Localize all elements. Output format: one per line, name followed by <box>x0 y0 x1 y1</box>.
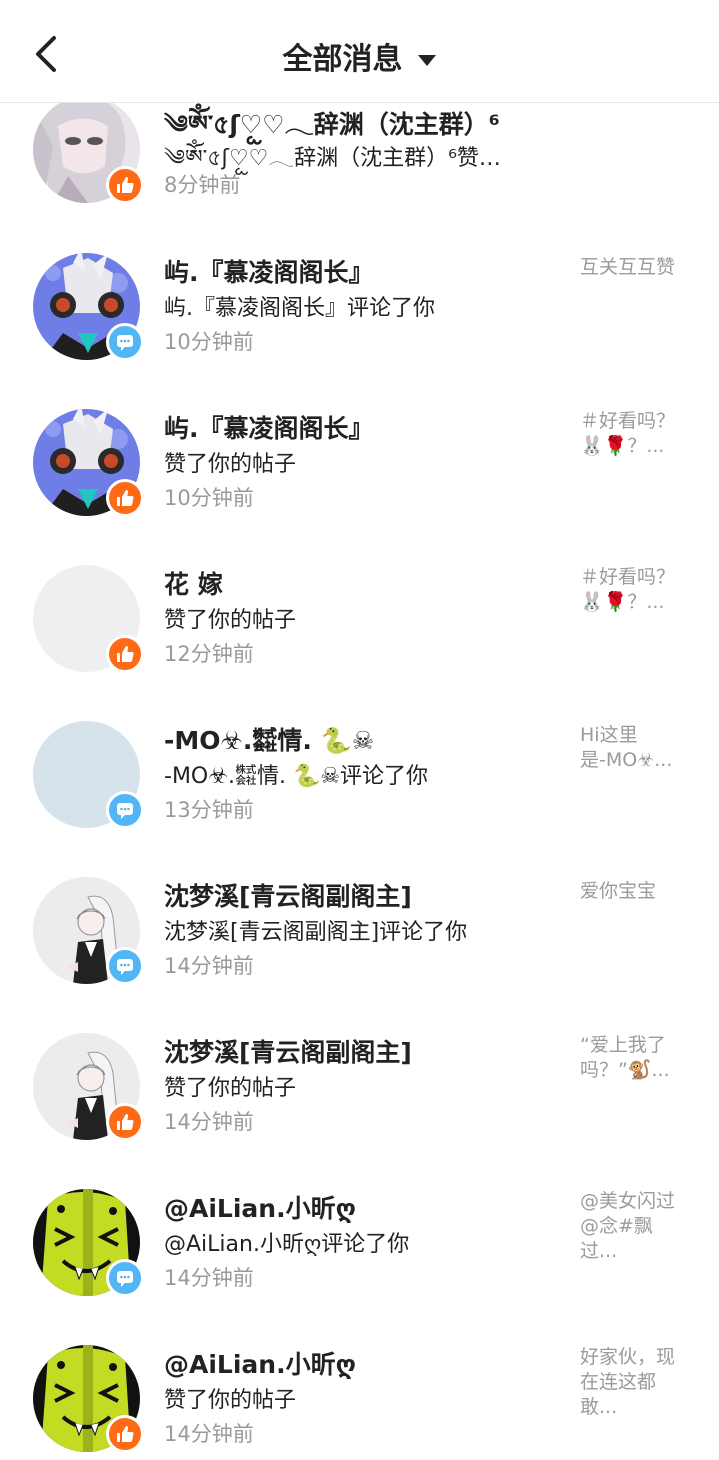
comment-bubble-icon <box>117 803 133 819</box>
comment-badge <box>106 323 144 361</box>
thumbs-up-icon <box>117 1114 134 1130</box>
list-item[interactable]: 屿.『慕凌阁阁长』 赞了你的帖子 10分钟前 ＃好看吗？ 🐰🌹？... <box>0 409 719 565</box>
like-badge <box>106 479 144 517</box>
sender-name: -MO☣.㍿情. 🐍☠ <box>164 726 375 755</box>
timestamp: 10分钟前 <box>164 330 254 354</box>
list-item[interactable]: @AiLian.小昕ღ 赞了你的帖子 14分钟前 好家伙，现 在连这都 敢... <box>0 1345 719 1460</box>
action-text: -MO☣.㍿情. 🐍☠评论了你 <box>164 764 429 789</box>
message-list[interactable]: ༄ༀ་৫ʃ♡ᩬ♡𓂃辞渊（沈主群）⁶ ༄ༀ་৫ʃ♡ᩬ♡𓂃辞渊（沈主群）⁶赞… 8分… <box>0 0 719 1460</box>
sender-name: 屿.『慕凌阁阁长』 <box>164 414 374 443</box>
list-item[interactable]: 沈梦溪[青云阁副阁主] 赞了你的帖子 14分钟前 “爱上我了 吗？”🐒... <box>0 1033 719 1189</box>
like-badge <box>106 166 144 204</box>
post-preview[interactable]: Hi这里 是-MO☣... <box>580 723 690 773</box>
thumbs-up-icon <box>117 1426 134 1442</box>
list-item[interactable]: ༄ༀ་৫ʃ♡ᩬ♡𓂃辞渊（沈主群）⁶ ༄ༀ་৫ʃ♡ᩬ♡𓂃辞渊（沈主群）⁶赞… 8分… <box>0 96 719 252</box>
like-badge <box>106 1103 144 1141</box>
sender-name: @AiLian.小昕ღ <box>164 1194 356 1223</box>
list-item[interactable]: 屿.『慕凌阁阁长』 屿.『慕凌阁阁长』评论了你 10分钟前 互关互互赞 <box>0 253 719 409</box>
sender-name: @AiLian.小昕ღ <box>164 1350 356 1379</box>
list-item[interactable]: @AiLian.小昕ღ @AiLian.小昕ღ评论了你 14分钟前 @美女闪过 … <box>0 1189 719 1345</box>
timestamp: 14分钟前 <box>164 1422 254 1446</box>
top-bar: 全部消息 <box>0 0 719 103</box>
action-text: 赞了你的帖子 <box>164 608 297 633</box>
post-preview[interactable]: 爱你宝宝 <box>580 879 690 904</box>
comment-bubble-icon <box>117 1271 133 1287</box>
post-preview[interactable]: ＃好看吗？ 🐰🌹？... <box>580 409 690 459</box>
list-item[interactable]: 沈梦溪[青云阁副阁主] 沈梦溪[青云阁副阁主]评论了你 14分钟前 爱你宝宝 <box>0 877 719 1033</box>
sender-name: 沈梦溪[青云阁副阁主] <box>164 1038 412 1067</box>
like-badge <box>106 1415 144 1453</box>
sender-name: 屿.『慕凌阁阁长』 <box>164 258 374 287</box>
list-item[interactable]: 花 嫁 赞了你的帖子 12分钟前 ＃好看吗？ 🐰🌹？... <box>0 565 719 721</box>
sender-name: 花 嫁 <box>164 570 223 599</box>
comment-badge <box>106 1259 144 1297</box>
comment-bubble-icon <box>117 959 133 975</box>
timestamp: 14分钟前 <box>164 954 254 978</box>
comment-badge <box>106 947 144 985</box>
action-text: 赞了你的帖子 <box>164 1388 297 1413</box>
post-preview[interactable]: 好家伙，现 在连这都 敢... <box>580 1345 690 1420</box>
list-item[interactable]: -MO☣.㍿情. 🐍☠ -MO☣.㍿情. 🐍☠评论了你 13分钟前 Hi这里 是… <box>0 721 719 877</box>
message-filter-dropdown[interactable]: 全部消息 <box>0 34 719 78</box>
sender-name: 沈梦溪[青云阁副阁主] <box>164 882 412 911</box>
timestamp: 13分钟前 <box>164 798 254 822</box>
comment-badge <box>106 791 144 829</box>
action-text: 屿.『慕凌阁阁长』评论了你 <box>164 296 435 321</box>
timestamp: 10分钟前 <box>164 486 254 510</box>
action-text: 沈梦溪[青云阁副阁主]评论了你 <box>164 920 468 945</box>
timestamp: 14分钟前 <box>164 1266 254 1290</box>
post-preview[interactable]: ＃好看吗？ 🐰🌹？... <box>580 565 690 615</box>
action-text: 赞了你的帖子 <box>164 1076 297 1101</box>
thumbs-up-icon <box>117 177 134 193</box>
page-title: 全部消息 <box>282 42 403 77</box>
comment-bubble-icon <box>117 335 133 351</box>
thumbs-up-icon <box>117 490 134 506</box>
post-preview[interactable]: @美女闪过 @念#飘过... <box>580 1189 690 1264</box>
timestamp: 14分钟前 <box>164 1110 254 1134</box>
timestamp: 8分钟前 <box>164 173 241 197</box>
post-preview[interactable]: “爱上我了 吗？”🐒... <box>580 1033 690 1083</box>
post-preview[interactable]: 互关互互赞 <box>580 255 690 280</box>
thumbs-up-icon <box>117 646 134 662</box>
action-text: 赞了你的帖子 <box>164 452 297 477</box>
action-text: @AiLian.小昕ღ评论了你 <box>164 1232 410 1257</box>
caret-down-icon <box>417 40 437 75</box>
like-badge <box>106 635 144 673</box>
timestamp: 12分钟前 <box>164 642 254 666</box>
